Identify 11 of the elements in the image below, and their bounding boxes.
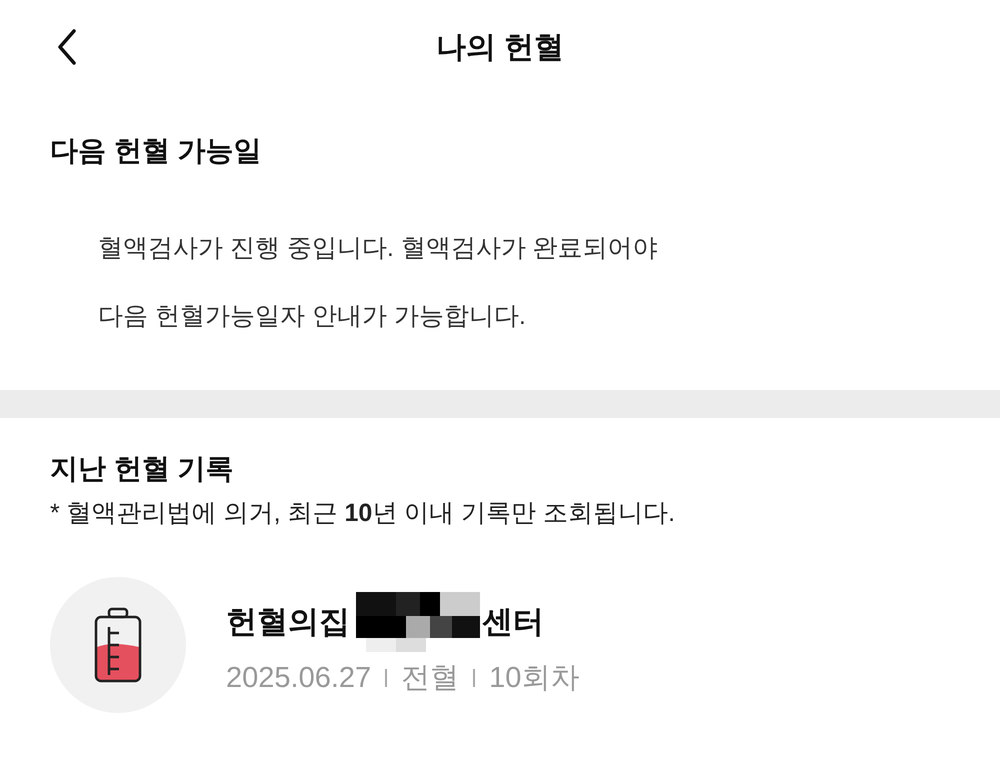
section-heading: 지난 헌혈 기록	[50, 452, 235, 486]
page-title: 나의 헌혈	[436, 30, 564, 66]
donation-count: 10회차	[489, 661, 580, 696]
status-message: 혈액검사가 진행 중입니다. 혈액검사가 완료되어야 다음 헌혈가능일자 안내가 가능합니다.	[98, 233, 659, 332]
donation-date: 2025.06.27	[226, 662, 372, 694]
notice-text: * 혈액관리법에 의거, 최근 10년 이내 기록만 조회됩니다.	[50, 498, 676, 529]
center-name: 센터	[482, 603, 544, 641]
blood-bag-icon	[92, 607, 144, 683]
center-name: 헌혈의집	[226, 603, 350, 641]
donation-type: 전혈	[401, 661, 460, 696]
section-heading: 다음 헌혈 가능일	[50, 134, 263, 168]
